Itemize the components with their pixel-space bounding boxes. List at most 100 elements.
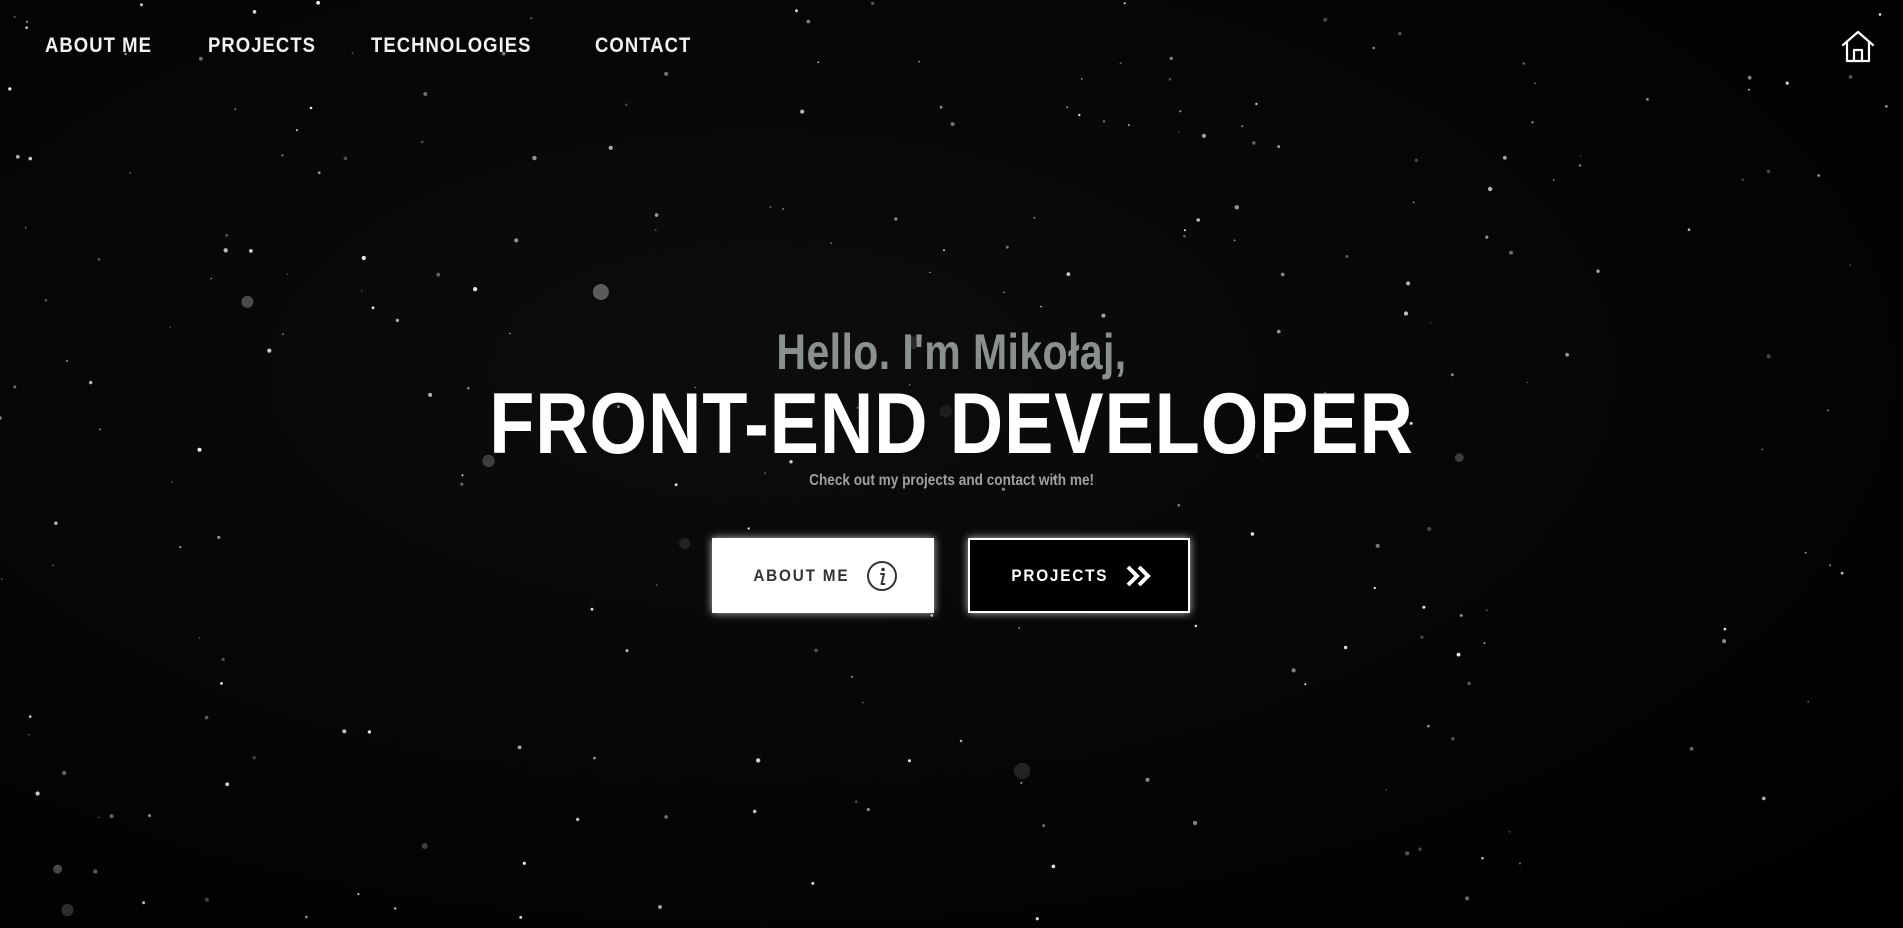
dust-particle — [1502, 155, 1507, 160]
dust-particle — [1723, 627, 1727, 631]
dust-particle — [871, 1, 875, 5]
dust-particle — [61, 903, 74, 917]
dust-particle — [1040, 305, 1042, 308]
home-icon[interactable] — [1840, 28, 1876, 64]
dust-particle — [1018, 627, 1020, 629]
dust-particle — [1280, 272, 1285, 277]
dust-particle — [295, 129, 298, 132]
dust-particle — [225, 782, 230, 787]
info-icon — [866, 560, 898, 592]
nav-projects[interactable]: PROJECTS — [208, 34, 316, 58]
dust-particle — [252, 10, 257, 14]
dust-particle — [514, 238, 519, 243]
dust-particle — [316, 0, 320, 5]
dust-particle — [1414, 158, 1419, 162]
dust-particle — [109, 814, 114, 819]
dust-particle — [625, 649, 629, 653]
projects-button-label: PROJECTS — [1011, 565, 1109, 585]
dust-particle — [1080, 78, 1083, 80]
dust-particle — [1403, 311, 1409, 316]
dust-particle — [15, 154, 20, 159]
dust-particle — [54, 521, 58, 525]
dust-particle — [1817, 174, 1820, 177]
dust-particle — [44, 299, 48, 302]
dust-particle — [929, 271, 931, 274]
nav-contact[interactable]: CONTACT — [595, 34, 691, 58]
dust-particle — [1177, 503, 1181, 507]
dust-particle — [252, 756, 256, 760]
dust-particle — [1323, 17, 1328, 22]
dust-particle — [1078, 113, 1081, 117]
dust-particle — [1398, 31, 1402, 36]
dust-particle — [97, 258, 101, 261]
nav-about-me[interactable]: ABOUT ME — [45, 34, 152, 58]
dust-particle — [769, 205, 772, 209]
dust-particle — [225, 233, 229, 237]
dust-particle — [142, 901, 146, 905]
dust-particle — [608, 145, 613, 150]
dust-particle — [1277, 145, 1281, 149]
dust-particle — [420, 140, 424, 144]
dust-particle — [1066, 106, 1069, 109]
dust-particle — [28, 734, 30, 736]
dust-particle — [204, 897, 209, 902]
dust-particle — [664, 815, 668, 819]
dust-particle — [1579, 155, 1582, 158]
dust-particle — [1005, 245, 1009, 249]
dust-particle — [1412, 201, 1415, 204]
dust-particle — [806, 19, 811, 24]
dust-particle — [1418, 847, 1422, 851]
dust-particle — [851, 675, 854, 678]
dust-particle — [1508, 250, 1514, 255]
dust-particle — [1578, 164, 1582, 167]
dust-particle — [795, 9, 798, 13]
page-title: FRONT-END DEVELOPER — [489, 376, 1414, 472]
dust-particle — [1522, 62, 1526, 65]
dust-particle — [421, 843, 428, 849]
dust-particle — [24, 226, 27, 229]
hero-section: Hello. I'm Mikołaj, FRONT-END DEVELOPER … — [0, 322, 1903, 490]
nav-technologies[interactable]: TECHNOLOGIES — [371, 34, 532, 58]
dust-particle — [1250, 532, 1255, 536]
dust-particle — [1689, 746, 1694, 751]
dust-particle — [1518, 862, 1521, 865]
dust-particle — [1459, 614, 1463, 617]
dust-particle — [854, 800, 858, 803]
dust-particle — [590, 607, 594, 611]
dust-particle — [1343, 645, 1348, 650]
dust-particle — [1405, 851, 1410, 856]
dust-particle — [1451, 737, 1455, 741]
dust-particle — [204, 715, 209, 720]
dust-particle — [664, 71, 669, 76]
dust-particle — [423, 92, 428, 96]
dust-particle — [1687, 228, 1691, 231]
hero-subtitle: Check out my projects and contact with m… — [809, 472, 1094, 489]
dust-particle — [866, 808, 870, 811]
dust-particle — [1741, 178, 1744, 181]
dust-particle — [1234, 205, 1240, 210]
dust-particle — [1766, 169, 1771, 174]
dust-particle — [1192, 820, 1198, 826]
dust-particle — [28, 715, 32, 718]
dust-particle — [129, 171, 132, 174]
dust-particle — [343, 156, 348, 161]
dust-particle — [654, 213, 659, 217]
dust-particle — [1102, 120, 1106, 123]
dust-particle — [210, 277, 212, 280]
about-me-button[interactable]: ABOUT ME — [712, 538, 934, 613]
projects-button[interactable]: PROJECTS — [968, 538, 1190, 613]
dust-particle — [1553, 179, 1555, 181]
dust-particle — [1345, 255, 1349, 258]
dust-particle — [1804, 551, 1807, 554]
dust-particle — [522, 861, 526, 865]
dust-particle — [907, 759, 911, 763]
dust-particle — [1885, 105, 1888, 108]
dust-particle — [800, 109, 805, 114]
dust-particle — [305, 915, 308, 919]
dust-particle — [360, 290, 363, 292]
dust-particle — [1178, 131, 1180, 133]
dust-particle — [249, 249, 253, 253]
dust-particle — [1179, 110, 1182, 113]
dust-particle — [1486, 609, 1488, 611]
dust-particle — [1483, 642, 1486, 644]
